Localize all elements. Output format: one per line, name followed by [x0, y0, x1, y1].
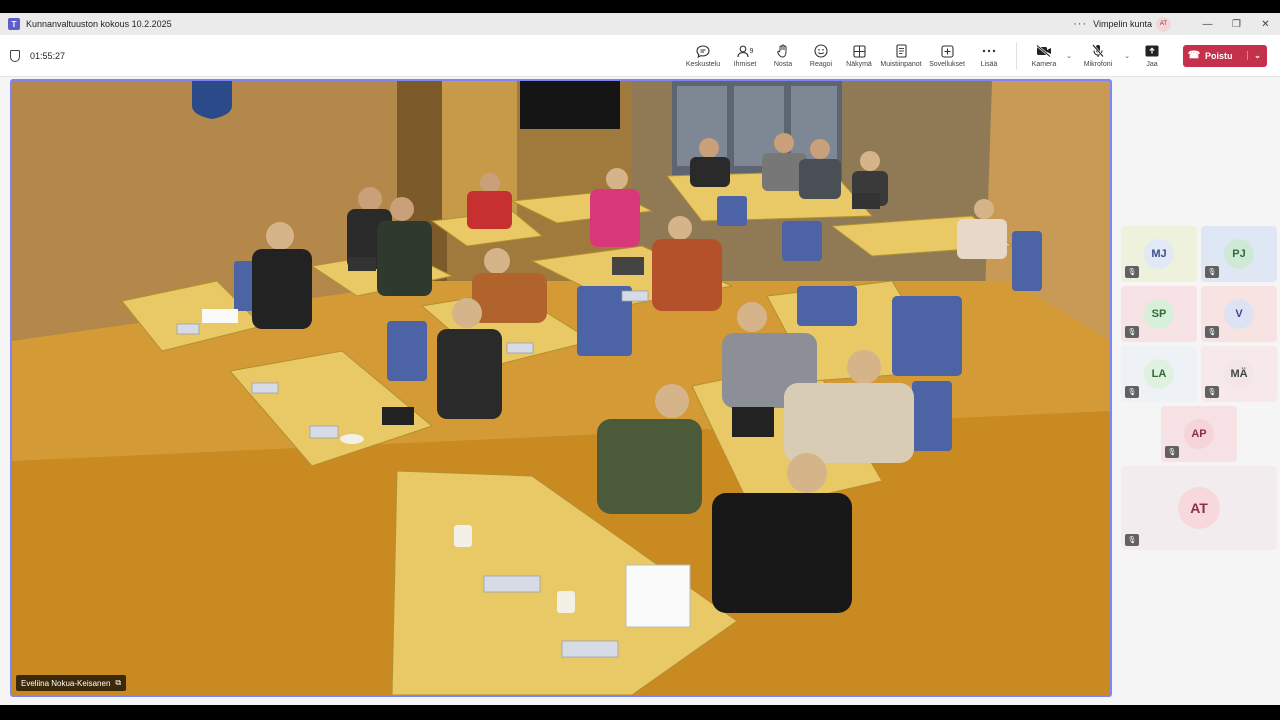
camera-button[interactable]: Kamera — [1025, 37, 1063, 75]
participant-avatar: AT — [1178, 487, 1220, 529]
teams-logo-icon: T — [8, 18, 20, 30]
chat-icon — [696, 43, 710, 59]
participant-avatar: AP — [1184, 419, 1214, 449]
people-label: Ihmiset — [733, 61, 757, 68]
participant-avatar: SP — [1144, 299, 1174, 329]
organization-name[interactable]: Vimpelin kunta — [1093, 19, 1152, 29]
microphone-button[interactable]: Mikrofoni — [1075, 37, 1121, 75]
meeting-timer: 01:55:27 — [30, 50, 66, 61]
notes-label: Muistiinpanot — [880, 61, 922, 68]
participant-avatar: LA — [1144, 359, 1174, 389]
view-label: Näkymä — [846, 61, 872, 68]
react-label: Reagoi — [809, 61, 833, 68]
participant-tile[interactable]: PJ 🎙 — [1201, 226, 1277, 282]
more-button[interactable]: Lisää — [970, 37, 1008, 75]
mic-muted-icon: 🎙 — [1205, 386, 1219, 398]
close-window-button[interactable]: ✕ — [1251, 19, 1280, 30]
microphone-label: Mikrofoni — [1083, 61, 1113, 68]
chat-button[interactable]: Keskustelu — [680, 37, 726, 75]
mic-muted-icon: 🎙 — [1205, 266, 1219, 278]
ellipsis-icon — [982, 43, 996, 59]
camera-off-icon — [1036, 43, 1052, 59]
mic-options-chevron-icon[interactable]: ⌄ — [1121, 52, 1133, 60]
participant-avatar: MJ — [1144, 239, 1174, 269]
apps-button[interactable]: Sovellukset — [924, 37, 970, 75]
participant-tile[interactable]: V 🎙 — [1201, 286, 1277, 342]
notes-button[interactable]: Muistiinpanot — [878, 37, 924, 75]
raise-hand-button[interactable]: Nosta — [764, 37, 802, 75]
minimize-button[interactable]: — — [1193, 19, 1222, 30]
mic-muted-icon: 🎙 — [1125, 386, 1139, 398]
meeting-toolbar: 01:55:27 Keskustelu 9 Ihmiset Nosta Reag — [0, 35, 1280, 77]
add-app-icon — [940, 43, 954, 59]
leave-button[interactable]: ☎ Poistu ⌄ — [1183, 44, 1267, 67]
mic-off-icon — [1092, 43, 1104, 59]
speaker-name-tag: Eveliina Nokua-Keisanen ⧉ — [16, 675, 127, 691]
main-video-stage[interactable]: Eveliina Nokua-Keisanen ⧉ — [10, 79, 1112, 697]
participant-avatar: PJ — [1224, 239, 1254, 269]
participant-avatar: V — [1224, 299, 1254, 329]
chat-label: Keskustelu — [685, 61, 721, 68]
camera-label: Kamera — [1031, 61, 1057, 68]
leave-label: Poistu — [1205, 50, 1233, 61]
notes-icon — [895, 43, 907, 59]
people-count: 9 — [749, 47, 754, 55]
share-label: Jaa — [1146, 61, 1158, 68]
teams-window: T Kunnanvaltuuston kokous 10.2.2025 ··· … — [0, 13, 1280, 705]
share-button[interactable]: Jaa — [1133, 37, 1171, 75]
toolbar-divider — [1016, 41, 1017, 70]
view-button[interactable]: Näkymä — [840, 37, 878, 75]
mic-muted-icon: 🎙 — [1125, 266, 1139, 278]
mic-muted-icon: 🎙 — [1205, 326, 1219, 338]
leave-options-chevron-icon[interactable]: ⌄ — [1247, 51, 1267, 60]
title-bar: T Kunnanvaltuuston kokous 10.2.2025 ··· … — [0, 13, 1280, 35]
self-view-tile[interactable]: AT 🎙 — [1121, 466, 1277, 550]
mic-muted-icon: 🎙 — [1125, 326, 1139, 338]
people-button[interactable]: 9 Ihmiset — [726, 37, 764, 75]
raise-hand-label: Nosta — [773, 61, 793, 68]
speaker-name: Eveliina Nokua-Keisanen — [21, 678, 111, 688]
participant-tile[interactable]: MÄ 🎙 — [1201, 346, 1277, 402]
account-avatar[interactable]: AT — [1156, 16, 1171, 32]
participant-tile[interactable]: LA 🎙 — [1121, 346, 1197, 402]
more-options-icon[interactable]: ··· — [1071, 18, 1089, 30]
emoji-icon — [814, 43, 828, 59]
people-icon: 9 — [736, 43, 754, 59]
more-label: Lisää — [980, 61, 998, 68]
phone-hangup-icon: ☎ — [1187, 50, 1201, 61]
window-title: Kunnanvaltuuston kokous 10.2.2025 — [26, 19, 172, 29]
participant-tile[interactable]: MJ 🎙 — [1121, 226, 1197, 282]
participant-tile[interactable]: AP 🎙 — [1161, 406, 1237, 462]
camera-options-chevron-icon[interactable]: ⌄ — [1063, 52, 1075, 60]
mic-muted-icon: 🎙 — [1125, 534, 1139, 546]
apps-label: Sovellukset — [929, 61, 965, 68]
content-share-icon: ⧉ — [115, 678, 122, 687]
participant-tile[interactable]: SP 🎙 — [1121, 286, 1197, 342]
participant-avatar: MÄ — [1224, 359, 1254, 389]
react-button[interactable]: Reagoi — [802, 37, 840, 75]
council-room-video — [12, 81, 1110, 695]
share-icon — [1145, 43, 1159, 59]
maximize-button[interactable]: ❐ — [1222, 19, 1251, 30]
grid-view-icon — [852, 43, 866, 59]
hand-icon — [777, 43, 789, 59]
shield-icon — [10, 49, 20, 62]
mic-muted-icon: 🎙 — [1165, 446, 1179, 458]
